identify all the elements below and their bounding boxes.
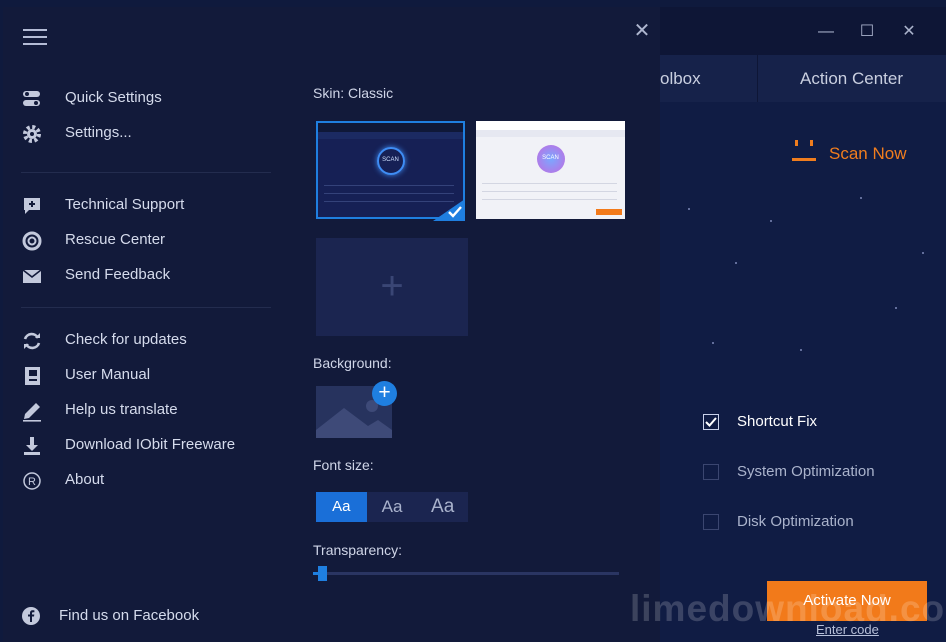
menu-item-rescue-center[interactable]: Rescue Center [21, 228, 271, 254]
facebook-label: Find us on Facebook [59, 607, 200, 624]
scan-now-button[interactable]: Scan Now [829, 144, 906, 164]
font-size-selector: Aa Aa Aa [316, 492, 468, 522]
star-dot [688, 208, 690, 210]
skin-label: Skin: Classic [313, 85, 394, 101]
menu-item-label: User Manual [65, 366, 151, 383]
app-tab-bar: olbox Action Center [660, 55, 946, 102]
checkbox[interactable] [703, 464, 719, 480]
tab-action-center[interactable]: Action Center [800, 55, 903, 102]
menu-item-technical-support[interactable]: Technical Support [21, 193, 271, 219]
add-skin-button[interactable]: + [316, 238, 468, 336]
menu-item-settings[interactable]: Settings... [21, 121, 271, 147]
menu-item-label: Settings... [65, 124, 132, 141]
star-dot [735, 262, 737, 264]
menu-item-label: Check for updates [65, 331, 187, 348]
star-dot [770, 220, 772, 222]
gear-icon [23, 125, 41, 143]
plus-icon: + [380, 264, 404, 308]
menu-divider [21, 307, 271, 308]
scan-face-icon [792, 140, 816, 161]
tab-toolbox[interactable]: olbox [660, 55, 701, 102]
menu-item-label: About [65, 471, 105, 488]
menu-item-help-translate[interactable]: Help us translate [21, 398, 271, 424]
checkbox-checked[interactable] [703, 414, 719, 430]
app-main-area [660, 102, 946, 642]
toggle-icon [23, 91, 40, 106]
menu-item-label: Quick Settings [65, 89, 162, 106]
menu-item-user-manual[interactable]: User Manual [21, 363, 271, 389]
menu-panel: ✕ Quick Settings Settings... Technical S… [3, 7, 660, 642]
window-close-button[interactable]: ✕ [898, 21, 920, 43]
option-label: System Optimization [737, 463, 875, 480]
skin-scan-text: SCAN [542, 155, 559, 161]
manual-icon [25, 367, 40, 385]
refresh-icon [23, 332, 41, 350]
transparency-label: Transparency: [313, 542, 402, 558]
star-dot [895, 307, 897, 309]
skin-thumbnail-light[interactable]: SCAN [476, 121, 625, 219]
svg-text:R: R [28, 476, 36, 488]
star-dot [712, 342, 714, 344]
pencil-icon [23, 403, 41, 422]
font-size-medium[interactable]: Aa [367, 492, 418, 522]
transparency-slider-thumb[interactable] [318, 566, 327, 581]
star-dot [860, 197, 862, 199]
watermark: limedownload.com [630, 588, 949, 629]
minimize-button[interactable]: — [815, 21, 837, 43]
menu-item-label: Technical Support [65, 196, 185, 213]
download-icon [24, 437, 40, 455]
lifebuoy-icon [22, 231, 42, 251]
support-chat-icon [24, 198, 40, 214]
font-size-label: Font size: [313, 457, 374, 473]
option-label: Disk Optimization [737, 513, 854, 530]
menu-item-quick-settings[interactable]: Quick Settings [21, 86, 271, 112]
star-dot [800, 349, 802, 351]
menu-item-label: Help us translate [65, 401, 178, 418]
skin-scan-text: SCAN [382, 157, 399, 163]
add-background-button[interactable]: + [372, 381, 397, 406]
background-label: Background: [313, 355, 392, 371]
menu-item-download-freeware[interactable]: Download IObit Freeware [21, 433, 271, 459]
menu-item-send-feedback[interactable]: Send Feedback [21, 263, 271, 289]
app-titlebar: — ☐ ✕ [660, 7, 946, 55]
checkmark-icon [705, 417, 717, 427]
facebook-icon [22, 607, 40, 625]
panel-close-button[interactable]: ✕ [630, 19, 654, 43]
menu-item-label: Rescue Center [65, 231, 166, 248]
menu-item-check-updates[interactable]: Check for updates [21, 328, 271, 354]
envelope-icon [22, 269, 42, 283]
font-size-large[interactable]: Aa [417, 492, 468, 522]
registered-icon: R [23, 472, 41, 490]
menu-divider [21, 172, 271, 173]
transparency-slider-track[interactable] [313, 572, 619, 575]
selected-check-icon [433, 199, 465, 221]
menu-item-about[interactable]: R About [21, 468, 271, 494]
maximize-button[interactable]: ☐ [856, 21, 878, 43]
menu-item-label: Send Feedback [65, 266, 171, 283]
checkbox[interactable] [703, 514, 719, 530]
font-size-small[interactable]: Aa [316, 492, 367, 522]
hamburger-menu-icon[interactable] [23, 29, 47, 47]
option-label: Shortcut Fix [737, 413, 818, 430]
tab-divider [757, 55, 758, 102]
menu-item-label: Download IObit Freeware [65, 436, 236, 453]
skin-thumbnail-classic[interactable]: SCAN [316, 121, 465, 221]
star-dot [922, 252, 924, 254]
